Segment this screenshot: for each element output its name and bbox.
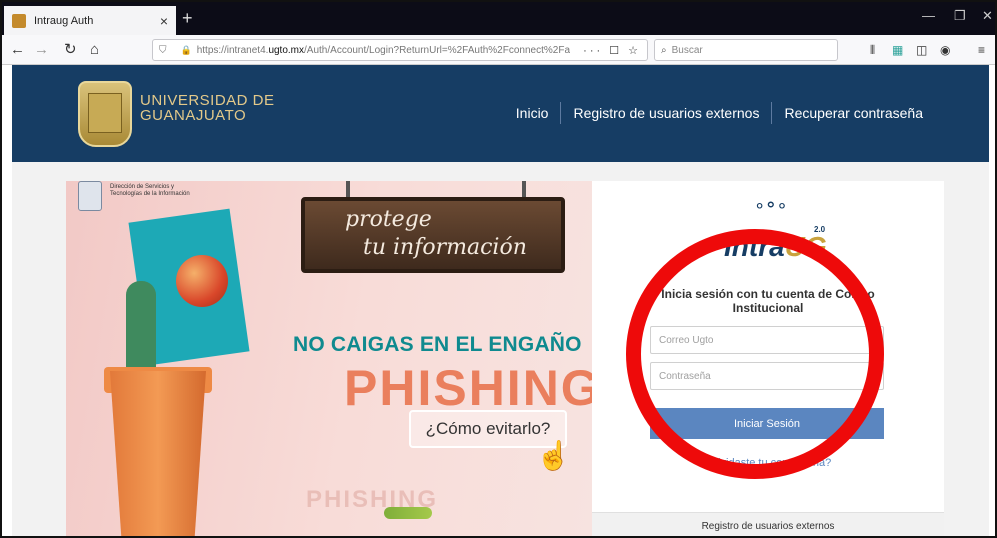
dsti-crest-logo xyxy=(78,181,102,211)
nav-recuperar-contrasena[interactable]: Recuperar contraseña xyxy=(784,105,923,121)
dsti-line-2: Tecnologías de la Información xyxy=(110,191,190,197)
new-tab-button[interactable]: + xyxy=(182,8,193,29)
email-field[interactable] xyxy=(650,326,884,354)
university-name[interactable]: UNIVERSIDAD DE GUANAJUATO xyxy=(140,93,275,123)
registro-externos-link[interactable]: Registro de usuarios externos xyxy=(592,512,944,536)
brand-line-1: UNIVERSIDAD DE xyxy=(140,92,275,109)
wooden-sign: protege tu información xyxy=(301,197,565,273)
nav-divider xyxy=(771,102,773,124)
home-icon[interactable]: ⌂ xyxy=(90,40,99,60)
apple-illustration xyxy=(176,255,228,307)
minimize-icon[interactable]: — xyxy=(922,8,935,23)
url-host: ugto.mx xyxy=(268,44,305,56)
site-header: UNIVERSIDAD DE GUANAJUATO Inicio Registr… xyxy=(12,65,989,162)
dsti-label: Dirección de Servicios y Tecnologías de … xyxy=(110,184,190,198)
tab-intraug-auth[interactable]: Intraug Auth × xyxy=(4,6,176,35)
dsti-line-1: Dirección de Servicios y xyxy=(110,184,175,190)
url-bar[interactable]: ⛉ 🔒 https://intranet4. ugto.mx/Auth/Accou… xyxy=(152,39,648,61)
header-nav: Inicio Registro de usuarios externos Rec… xyxy=(516,102,923,124)
lock-icon: 🔒 xyxy=(180,44,192,55)
intraug-logo: ∘⚬∘ IntraUG 2.0 xyxy=(720,195,830,262)
university-crest-logo[interactable] xyxy=(78,81,132,147)
caterpillar-illustration xyxy=(384,507,432,519)
search-box[interactable]: ⌕ Buscar xyxy=(654,39,838,61)
tab-close-icon[interactable]: × xyxy=(160,13,168,29)
page-actions-icon[interactable]: ··· ☐ ☆ xyxy=(583,44,641,57)
restore-icon[interactable]: ❐ xyxy=(954,8,966,24)
account-icon[interactable]: ◉ xyxy=(940,43,950,57)
cactus-illustration xyxy=(126,281,156,381)
extension-icon[interactable]: ▦ xyxy=(892,43,903,57)
banner-phishing-word: PHISHING xyxy=(344,360,592,416)
sidebar-icon[interactable]: ◫ xyxy=(916,43,927,57)
logo-text-intra: Intra xyxy=(724,231,785,262)
logo-text-ug: UG xyxy=(784,231,827,262)
library-icon[interactable]: ⫴ xyxy=(870,43,875,58)
main-content: Dirección de Servicios y Tecnologías de … xyxy=(12,162,989,536)
brand-line-2: GUANAJUATO xyxy=(140,107,247,124)
search-icon: ⌕ xyxy=(661,44,667,56)
banner-headline: NO CAIGAS EN EL ENGAÑO xyxy=(293,333,582,356)
logo-version: 2.0 xyxy=(814,225,826,234)
menu-icon[interactable]: ≡ xyxy=(978,43,985,57)
back-icon[interactable]: ← xyxy=(10,40,25,60)
password-field[interactable] xyxy=(650,362,884,390)
flower-pot-illustration xyxy=(110,371,206,536)
nav-registro-externos[interactable]: Registro de usuarios externos xyxy=(573,105,759,121)
phishing-banner: Dirección de Servicios y Tecnologías de … xyxy=(66,181,592,536)
url-path: /Auth/Account/Login?ReturnUrl=%2FAuth%2F… xyxy=(304,44,571,56)
tab-bar: Intraug Auth × + — ❐ ✕ xyxy=(2,2,995,35)
sign-line-1: protege xyxy=(345,207,432,232)
logo-wordmark: IntraUG xyxy=(724,231,827,263)
iniciar-sesion-button[interactable]: Iniciar Sesión xyxy=(650,408,884,439)
shield-icon: ⛉ xyxy=(159,44,167,56)
favicon-icon xyxy=(12,13,26,28)
browser-window: Intraug Auth × + — ❐ ✕ ← → ↻ ⌂ ⛉ 🔒 https… xyxy=(0,0,997,538)
reload-icon[interactable]: ↻ xyxy=(64,40,77,60)
navigation-bar: ← → ↻ ⌂ ⛉ 🔒 https://intranet4. ugto.mx/Au… xyxy=(2,35,995,65)
url-prefix: https://intranet4. xyxy=(196,44,269,56)
login-panel: ∘⚬∘ IntraUG 2.0 Inicia sesión con tu cue… xyxy=(592,181,944,536)
search-placeholder: Buscar xyxy=(671,44,703,56)
tab-title: Intraug Auth xyxy=(34,14,94,27)
forward-icon[interactable]: → xyxy=(34,40,49,60)
nav-divider xyxy=(560,102,562,124)
login-prompt: Inicia sesión con tu cuenta de Correo In… xyxy=(661,287,875,315)
forgot-password-link[interactable]: ¿Olvidaste tu contraseña? xyxy=(650,457,884,469)
pointer-hand-icon: ☝ xyxy=(536,440,571,471)
window-close-icon[interactable]: ✕ xyxy=(982,8,993,24)
nav-inicio[interactable]: Inicio xyxy=(516,105,549,121)
sign-line-2: tu información xyxy=(363,235,527,260)
molecule-icon: ∘⚬∘ xyxy=(754,195,788,215)
